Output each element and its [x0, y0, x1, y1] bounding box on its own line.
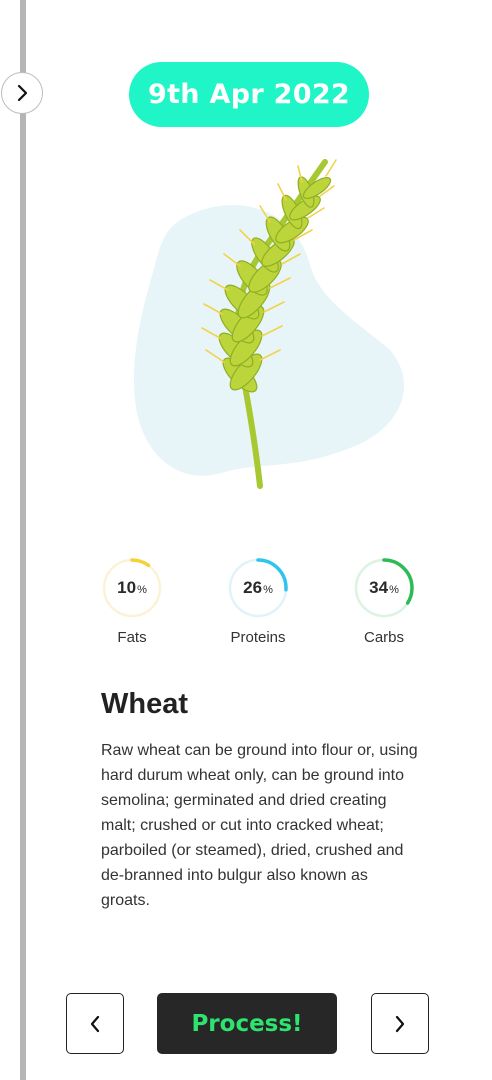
date-badge: 9th Apr 2022 [129, 62, 369, 127]
sidebar-toggle-button[interactable] [1, 72, 43, 114]
nutrient-value: 34% [369, 578, 399, 597]
nutrient-label: Proteins [230, 629, 286, 646]
nutrient-carbs: 34% Carbs [324, 556, 444, 646]
chevron-right-icon [17, 84, 28, 102]
nutrient-ring: 26% [226, 556, 290, 620]
chevron-left-icon [90, 1015, 100, 1032]
nutrient-ring: 10% [100, 556, 164, 620]
nutrient-value: 26% [243, 578, 273, 597]
nutrient-label: Carbs [363, 629, 404, 646]
food-title: Wheat [101, 688, 188, 720]
chevron-right-icon [395, 1015, 405, 1032]
nutrient-proteins: 26% Proteins [198, 556, 318, 646]
nutrient-fats: 10% Fats [72, 556, 192, 646]
nutrient-ring: 34% [352, 556, 416, 620]
left-rail [20, 0, 26, 1080]
nutrient-value: 10% [117, 578, 147, 597]
process-button[interactable]: Process! [157, 993, 337, 1054]
food-description: Raw wheat can be ground into flour or, u… [101, 742, 418, 909]
nutrient-label: Fats [117, 629, 147, 646]
previous-button[interactable] [66, 993, 124, 1054]
next-button[interactable] [371, 993, 429, 1054]
wheat-icon [134, 159, 405, 489]
